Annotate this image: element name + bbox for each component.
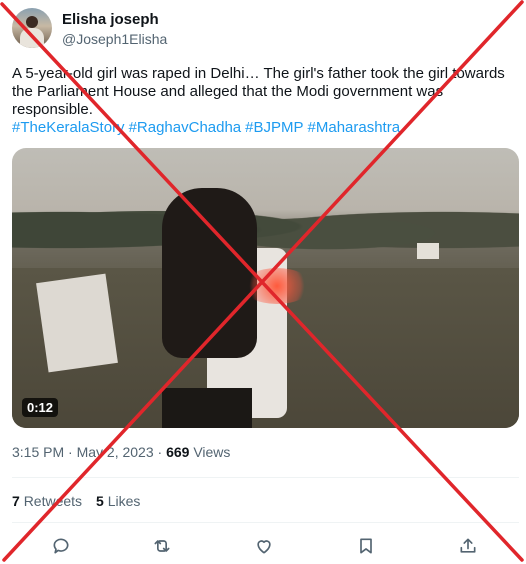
share-icon [460, 538, 476, 553]
likes-count: 5 [96, 493, 104, 509]
heart-icon [257, 540, 271, 554]
video-red-glow [242, 268, 312, 304]
video-player[interactable]: 0:12 [12, 148, 519, 428]
tweet-text: A 5-year-old girl was raped in Delhi… Th… [12, 65, 512, 137]
views-label: Views [193, 444, 231, 460]
like-button[interactable] [252, 534, 276, 558]
likes-label: Likes [107, 493, 141, 509]
tweet-body-text: A 5-year-old girl was raped in Delhi… Th… [12, 65, 505, 118]
retweets-stat[interactable]: 7 Retweets [12, 493, 82, 509]
hashtag-link[interactable]: #Maharashtra [308, 119, 401, 136]
video-figure-shape [36, 273, 118, 373]
share-button[interactable] [456, 534, 480, 558]
divider [12, 522, 519, 523]
likes-stat[interactable]: 5 Likes [96, 493, 140, 509]
retweet-icon [154, 540, 170, 552]
video-figure-shape [162, 388, 252, 428]
views-count: 669 [166, 444, 190, 460]
avatar-body-shape [20, 28, 44, 48]
author-handle[interactable]: @Joseph1Elisha [62, 31, 167, 47]
tweet-actions-bar [0, 534, 526, 558]
retweets-label: Retweets [23, 493, 83, 509]
reply-icon [53, 538, 69, 554]
avatar-head-shape [26, 16, 38, 28]
tweet-stats: 7 Retweets 5 Likes [12, 493, 140, 509]
video-figure-shape [162, 188, 257, 358]
bookmark-icon [360, 538, 372, 554]
retweets-count: 7 [12, 493, 20, 509]
avatar[interactable] [12, 8, 52, 48]
hashtag-link[interactable]: #TheKeralaStory [12, 119, 125, 136]
author-display-name[interactable]: Elisha joseph [62, 11, 159, 28]
hashtag-list: #TheKeralaStory #RaghavChadha #BJPMP #Mahar… [12, 119, 512, 137]
hashtag-link[interactable]: #RaghavChadha [129, 119, 242, 136]
retweet-button[interactable] [150, 534, 174, 558]
reply-button[interactable] [49, 534, 73, 558]
bookmark-button[interactable] [354, 534, 378, 558]
tweet-timestamp[interactable]: 3:15 PM · May 2, 2023 · [12, 444, 162, 460]
video-duration-badge: 0:12 [22, 398, 59, 417]
tweet-meta: 3:15 PM · May 2, 2023 · 669 Views [12, 444, 230, 460]
divider [12, 477, 519, 478]
video-sign-shape [417, 243, 439, 259]
hashtag-link[interactable]: #BJPMP [245, 119, 303, 136]
